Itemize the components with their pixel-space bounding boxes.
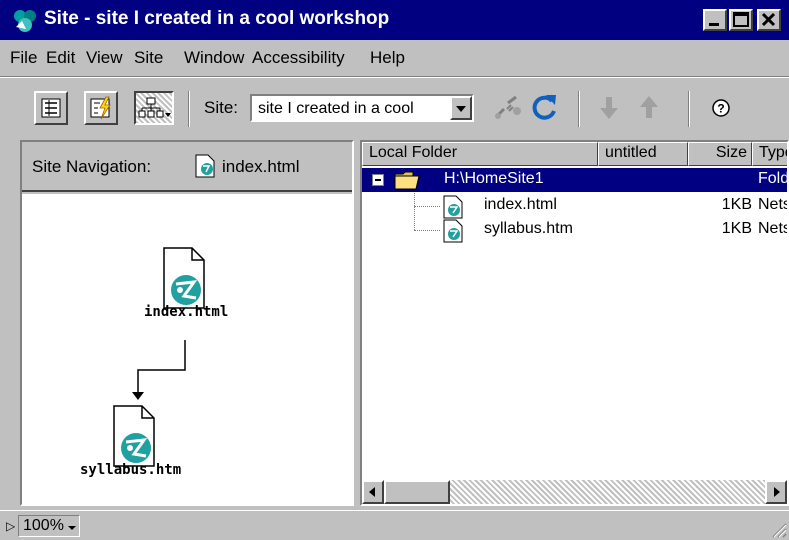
- site-map-icon: [138, 97, 171, 118]
- dependent-files-button[interactable]: [84, 91, 118, 125]
- site-navigation-panel: Site Navigation: index.html index.html s…: [20, 140, 354, 506]
- file-size: 1KB: [721, 196, 752, 213]
- collapse-icon[interactable]: [372, 174, 384, 186]
- file-name: syllabus.htm: [484, 220, 573, 237]
- toolbar-separator: [688, 91, 690, 127]
- menu-help[interactable]: Help: [370, 48, 405, 68]
- site-navigation-label: Site Navigation:: [32, 157, 152, 176]
- site-navigation-file: index.html: [222, 157, 300, 176]
- site-select[interactable]: site I created in a cool: [250, 94, 474, 122]
- title-bar: Site - site I created in a cool workshop: [0, 0, 789, 40]
- menu-window[interactable]: Window: [184, 48, 244, 68]
- column-header-local-folder[interactable]: Local Folder: [362, 142, 598, 166]
- page-node-label: index.html: [144, 304, 229, 320]
- table-row[interactable]: H:\HomeSite1 Folder: [362, 168, 789, 192]
- status-bar: ▷ 100%: [0, 510, 789, 540]
- web-page-icon: [163, 247, 205, 309]
- table-row[interactable]: index.html 1KB Netscape: [362, 194, 789, 219]
- scroll-left-button[interactable]: [362, 480, 384, 504]
- toolbar-separator: [188, 91, 190, 127]
- page-node-label: syllabus.htm: [80, 462, 182, 478]
- resize-grip-icon[interactable]: [769, 520, 787, 538]
- column-header-type[interactable]: Type: [752, 142, 787, 166]
- horizontal-scrollbar[interactable]: [362, 480, 787, 504]
- web-page-icon: [443, 219, 463, 243]
- menu-file[interactable]: File: [10, 48, 37, 68]
- file-type: Netscape: [758, 196, 789, 213]
- column-header-size[interactable]: Size: [688, 142, 752, 166]
- file-type: Netscape: [758, 220, 789, 237]
- toolbar-separator: [578, 91, 580, 127]
- file-name: index.html: [484, 196, 557, 213]
- site-select-value: site I created in a cool: [258, 100, 414, 117]
- scroll-thumb[interactable]: [384, 480, 450, 504]
- window-title: Site - site I created in a cool workshop: [44, 8, 390, 29]
- list-icon: [41, 98, 61, 118]
- zoom-select[interactable]: 100%: [18, 515, 80, 537]
- scroll-right-button[interactable]: [765, 480, 787, 504]
- file-type: Folder: [758, 170, 789, 187]
- site-map-view-button[interactable]: [134, 91, 174, 125]
- site-navigation-header: Site Navigation: index.html: [22, 142, 352, 192]
- web-page-icon: [194, 154, 216, 178]
- link-connector: [132, 340, 186, 400]
- close-button[interactable]: [757, 9, 781, 31]
- file-list-panel: Local Folder untitled Size Type H:\HomeS…: [360, 140, 789, 506]
- menu-edit[interactable]: Edit: [46, 48, 75, 68]
- upload-arrow-icon[interactable]: [632, 91, 666, 125]
- chevron-left-icon: [369, 487, 375, 497]
- chevron-down-icon[interactable]: [450, 96, 472, 120]
- chevron-down-icon: [68, 526, 76, 530]
- menu-site[interactable]: Site: [134, 48, 163, 68]
- web-page-icon: [443, 195, 463, 219]
- app-icon[interactable]: [12, 7, 38, 33]
- menu-bar: File Edit View Site Window Accessibility…: [0, 42, 789, 74]
- download-arrow-icon[interactable]: [592, 91, 626, 125]
- list-view-button[interactable]: [34, 91, 68, 125]
- table-row[interactable]: syllabus.htm 1KB Netscape: [362, 218, 789, 243]
- file-name: H:\HomeSite1: [444, 170, 544, 187]
- page-node-syllabus[interactable]: [110, 404, 170, 468]
- column-header-untitled[interactable]: untitled: [598, 142, 688, 166]
- svg-text:?: ?: [717, 102, 724, 116]
- chevron-right-icon: [774, 487, 780, 497]
- menu-accessibility[interactable]: Accessibility: [252, 48, 345, 68]
- minimize-button[interactable]: [703, 9, 727, 31]
- menu-view[interactable]: View: [86, 48, 123, 68]
- disconnect-icon[interactable]: [490, 91, 524, 125]
- play-icon[interactable]: ▷: [6, 519, 15, 533]
- site-map-canvas: index.html syllabus.htm: [22, 194, 352, 504]
- toolbar: Site: site I created in a cool ?: [0, 76, 789, 134]
- zoom-value: 100%: [23, 517, 64, 534]
- file-size: 1KB: [721, 220, 752, 237]
- refresh-icon[interactable]: [528, 91, 562, 125]
- lightning-icon: [90, 96, 111, 120]
- folder-icon: [394, 171, 420, 190]
- web-page-icon: [113, 405, 155, 467]
- page-node-index[interactable]: [160, 246, 220, 310]
- maximize-button[interactable]: [729, 9, 753, 31]
- site-label: Site:: [204, 98, 239, 117]
- help-icon[interactable]: ?: [704, 91, 738, 125]
